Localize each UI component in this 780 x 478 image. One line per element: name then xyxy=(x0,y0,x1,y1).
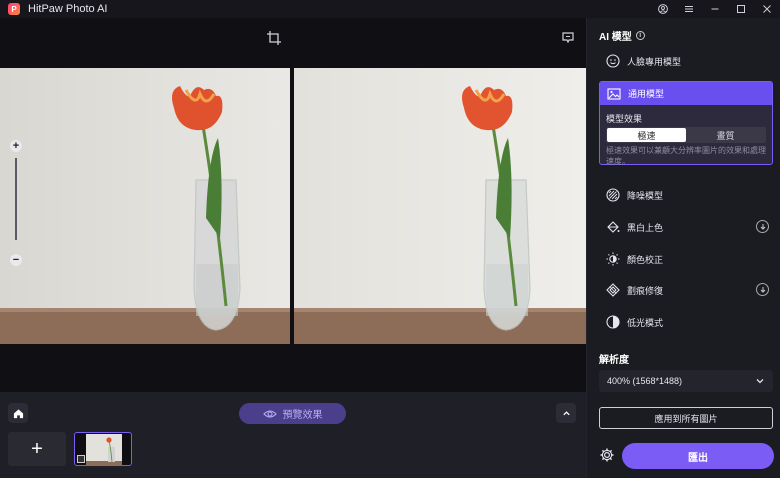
chevron-up-icon xyxy=(562,410,570,415)
thumbnail-strip: 預覽效果 + xyxy=(0,392,586,478)
chevron-down-icon xyxy=(756,379,764,384)
model-item-label: 人臉專用模型 xyxy=(627,56,682,67)
original-image xyxy=(0,68,290,344)
image-canvas: + − xyxy=(0,18,586,392)
enhanced-image xyxy=(294,68,586,344)
model-item-general[interactable]: 通用模型 xyxy=(600,82,772,105)
eye-icon xyxy=(262,409,277,418)
face-icon xyxy=(605,53,621,69)
resolution-title: 解析度 xyxy=(599,355,629,366)
download-icon[interactable] xyxy=(756,220,769,233)
model-item-low-light[interactable]: 低光模式 xyxy=(599,311,773,333)
apply-all-button[interactable]: 應用到所有圖片 xyxy=(599,407,773,429)
model-item-label: 低光模式 xyxy=(627,317,664,328)
denoise-icon xyxy=(605,187,621,203)
zoom-out-button[interactable]: − xyxy=(10,254,22,266)
thumbnail-image xyxy=(86,434,122,465)
app-window: P HitPaw Photo AI + − 預覽效果 + AI 模型 i 人臉專… xyxy=(0,0,780,478)
add-image-button[interactable]: + xyxy=(8,432,66,466)
maximize-icon[interactable] xyxy=(728,0,754,18)
paint-bucket-icon xyxy=(605,219,621,235)
download-icon[interactable] xyxy=(756,283,769,296)
resolution-select[interactable]: 400% (1568*1488) xyxy=(599,370,773,392)
model-item-label: 降噪模型 xyxy=(627,190,664,201)
model-card-general[interactable]: 通用模型 模型效果 極速 畫質 極速效果可以兼顧大分辨率圖片的效果和處理速度。 xyxy=(599,81,773,166)
preview-effect-button[interactable]: 預覽效果 xyxy=(239,403,346,424)
effect-toggle: 極速 畫質 xyxy=(606,127,766,143)
model-item-label: 劃痕修復 xyxy=(627,285,664,296)
close-icon[interactable] xyxy=(754,0,780,18)
app-title: HitPaw Photo AI xyxy=(28,3,108,15)
effect-description: 極速效果可以兼顧大分辨率圖片的效果和處理速度。 xyxy=(606,146,766,166)
scratch-repair-icon xyxy=(605,282,621,298)
effect-option-quality[interactable]: 畫質 xyxy=(686,128,765,142)
settings-panel: AI 模型 i 人臉專用模型 通用模型 模型效果 極速 畫質 極速效果可以兼顧大… xyxy=(586,18,780,478)
zoom-slider[interactable] xyxy=(15,158,17,240)
home-button[interactable] xyxy=(8,403,28,423)
collapse-strip-button[interactable] xyxy=(556,403,576,423)
crop-icon[interactable] xyxy=(266,30,282,46)
menu-icon[interactable] xyxy=(676,0,702,18)
title-bar: P HitPaw Photo AI xyxy=(0,0,780,18)
before-after-compare[interactable] xyxy=(0,68,586,344)
model-item-label: 黑白上色 xyxy=(627,222,664,233)
window-controls xyxy=(650,0,780,18)
gear-icon[interactable] xyxy=(599,447,615,463)
image-icon xyxy=(606,86,622,102)
minimize-icon[interactable] xyxy=(702,0,728,18)
feedback-icon[interactable] xyxy=(560,30,576,46)
preview-effect-label: 預覽效果 xyxy=(282,410,323,421)
info-icon[interactable]: i xyxy=(635,31,645,40)
contrast-icon xyxy=(605,314,621,330)
model-item-scratch-repair[interactable]: 劃痕修復 xyxy=(599,279,773,301)
model-item-label: 顏色校正 xyxy=(627,254,664,265)
model-item-label: 通用模型 xyxy=(628,89,665,99)
effect-option-fast[interactable]: 極速 xyxy=(607,128,686,142)
account-icon[interactable] xyxy=(650,0,676,18)
model-item-colorize[interactable]: 黑白上色 xyxy=(599,216,773,238)
model-effect-label: 模型效果 xyxy=(606,114,643,124)
brightness-icon xyxy=(605,251,621,267)
model-item-color-correction[interactable]: 顏色校正 xyxy=(599,248,773,270)
image-thumbnail[interactable] xyxy=(74,432,132,466)
app-logo-icon: P xyxy=(8,3,20,15)
zoom-control: + − xyxy=(8,140,24,274)
export-button[interactable]: 匯出 xyxy=(622,443,774,469)
home-icon xyxy=(13,408,23,418)
model-item-denoise[interactable]: 降噪模型 xyxy=(599,184,773,206)
ai-model-title: AI 模型 i xyxy=(599,28,645,43)
resolution-value: 400% (1568*1488) xyxy=(607,376,683,386)
image-type-icon xyxy=(77,455,85,463)
model-item-face[interactable]: 人臉專用模型 xyxy=(599,50,773,72)
zoom-in-button[interactable]: + xyxy=(10,140,22,152)
